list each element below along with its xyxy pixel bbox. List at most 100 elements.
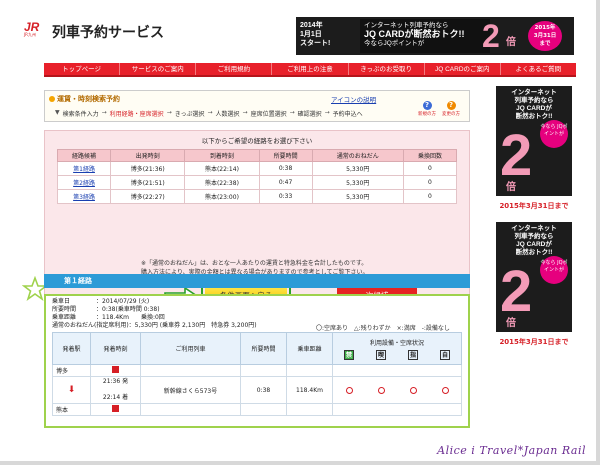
cell-price: 5,330円 (311, 189, 404, 204)
available-icon[interactable] (345, 386, 353, 394)
question-icon: ? (446, 101, 456, 110)
step-6: 確認選択 (297, 111, 322, 118)
cell-arr: 熊本(23:00) (184, 189, 260, 204)
icon-help-link[interactable]: アイコンの説明 (331, 94, 376, 104)
question-icon: ? (422, 101, 432, 110)
note-line-1: ※「通常のおねだん」は、おとな一人あたりの運賃と特急料金を合計したものです。 (141, 260, 368, 267)
cell-arr: 熊本(22:14) (184, 161, 260, 176)
cell-dep: 博多(22:27) (110, 189, 186, 204)
available-icon[interactable] (409, 386, 417, 394)
banner-bai: 倍 (506, 37, 516, 48)
facilities-label: 利用設備・空席状況 (369, 339, 424, 347)
side-line-1: インターネット (511, 89, 557, 96)
steps-title: 運賃・時刻検索予約 (49, 94, 120, 104)
available-icon[interactable] (441, 386, 449, 394)
info-key: 所要時間 (52, 306, 77, 313)
step-arrow-icon: → (324, 109, 330, 116)
watermark: Alice i Travel*Japan Rail (437, 444, 586, 457)
col-time: 発着時刻 (90, 332, 141, 365)
nav-ticket-pickup[interactable]: きっぷのお受取り (349, 63, 425, 75)
non-reserved-seat-icon: 自 (440, 349, 450, 360)
nav-faq[interactable]: よくあるご質問 (501, 63, 576, 75)
banner-end-1: 2015年 (534, 25, 556, 31)
banner-date: 2014年 1月1日 スタート! (300, 21, 360, 48)
step-5: 座席位置選択 (250, 111, 287, 118)
cell-route: 第1経路 (56, 161, 112, 176)
col-dur: 所要時間 (258, 149, 313, 162)
cell-dur: 0:47 (258, 175, 313, 190)
route-link[interactable]: 第1経路 (73, 166, 95, 173)
arrow-down-icon: ⬇ (67, 385, 76, 395)
step-arrow-icon: → (207, 109, 213, 116)
dep-time: 21:36 発 (102, 378, 129, 385)
table-row: ⬇ 21:36 発 22:14 着 新幹線さくら573号 0:38 118.4K… (52, 376, 462, 404)
route-1-heading: 第１経路 (44, 274, 470, 288)
cell-price: 5,330円 (311, 175, 404, 190)
nav-terms[interactable]: ご利用規約 (196, 63, 273, 75)
nav-jqcard[interactable]: JQ CARDのご案内 (425, 63, 501, 75)
bullet-icon (49, 96, 55, 102)
side-line-4: 断然おトク!! (515, 113, 553, 120)
step-2: 利用経路・座席選択 (109, 111, 164, 118)
banner-message: インターネット列車予約なら JQ CARDが断然おトク!! 今ならJQポイントが (360, 19, 490, 53)
step-4: 人数選択 (215, 111, 240, 118)
banner-date-2: 1月1日 (300, 31, 322, 38)
col-distance: 乗車距離 (286, 332, 333, 365)
direction-cell: ⬇ (52, 376, 91, 404)
side-promo-banner-2[interactable]: インターネット 列車予約なら JQ CARDが 断然おトク!! 2 倍 今なら … (496, 222, 572, 352)
side-line-2: 列車予約なら (514, 233, 554, 240)
nav-service[interactable]: サービスのご案内 (120, 63, 197, 75)
cell-dur: 0:38 (258, 161, 313, 176)
cell-dep: 博多(21:36) (110, 161, 186, 176)
route-link[interactable]: 第3経路 (73, 194, 95, 201)
available-icon[interactable] (377, 386, 385, 394)
cell-empty (140, 403, 241, 416)
station-marker-icon (112, 405, 119, 412)
help-change-button[interactable]: ? 変更の方 (441, 101, 461, 117)
info-key: 乗車日 (52, 298, 71, 305)
route-link[interactable]: 第2経路 (73, 180, 95, 187)
side-end-date: 2015年3月31日まで (496, 332, 572, 352)
help-new-button[interactable]: ? 新規の方 (417, 101, 437, 117)
results-heading: 以下からご希望の経路をお選び下さい (201, 137, 313, 145)
col-dep: 出発時刻 (110, 149, 186, 162)
info-row: 乗車距離 ：118.4Km 乗換:0回 (52, 314, 257, 322)
cell-arr: 熊本(22:38) (184, 175, 260, 190)
smoking-icon: 喫 (376, 349, 386, 360)
table-row: 熊本 (52, 403, 462, 416)
non-smoking-icon: 禁 (344, 349, 354, 360)
station-marker-icon (112, 366, 119, 373)
step-arrow-icon: → (166, 109, 172, 116)
nav-top[interactable]: トップページ (44, 63, 121, 75)
info-value: ：0:38(乗車時間 0:38) (96, 306, 160, 313)
route-1-detail: 乗車日 ：2014/07/29 (火) 所要時間 ：0:38(乗車時間 0:38) … (44, 294, 470, 428)
banner-end-date: 2015年 3月31日 まで (528, 21, 562, 51)
col-arr: 到着時刻 (184, 149, 260, 162)
cell-transfers: 0 (402, 189, 458, 204)
cell-route: 第2経路 (56, 175, 112, 190)
cell-empty (240, 364, 287, 377)
step-1: 検索条件入力 (62, 111, 99, 118)
promo-banner-top[interactable]: 2014年 1月1日 スタート! インターネット列車予約なら JQ CARDが断… (296, 17, 574, 55)
train-name: 新幹線さくら573号 (140, 376, 241, 404)
cell-empty (286, 364, 333, 377)
cell-empty (140, 364, 241, 377)
jr-logo[interactable]: JR JR九州 (24, 20, 48, 38)
arr-time: 22:14 着 (102, 394, 129, 401)
cell-transfers: 0 (402, 175, 458, 190)
col-train: ご利用列車 (140, 332, 241, 365)
help-new-label: 新規の方 (418, 112, 436, 117)
nav-notes[interactable]: ご利用上の注意 (272, 63, 349, 75)
help-change-label: 変更の方 (442, 112, 460, 117)
banner-two: 2 (482, 18, 500, 54)
to-station: 熊本 (52, 403, 91, 416)
step-indicator: ▼ 検索条件入力 → 利用経路・座席選択 → きっぷ選択 → 人数選択 → 座席位置選択 … (55, 109, 363, 118)
side-line-3: JQ CARDが (516, 105, 552, 112)
side-line-2: 列車予約なら (514, 97, 554, 104)
reserved-seat-icon: 指 (408, 349, 418, 360)
step-arrow-icon: ▼ (55, 109, 60, 116)
step-3: きっぷ選択 (174, 111, 205, 118)
side-promo-banner-1[interactable]: インターネット 列車予約なら JQ CARDが 断然おトク!! 2 倍 今なら … (496, 86, 572, 216)
col-duration: 所要時間 (240, 332, 287, 365)
price-line: 通常のおねだん(指定席利用)：5,330円 (乗車券 2,130円 特急券 3,… (52, 322, 257, 329)
